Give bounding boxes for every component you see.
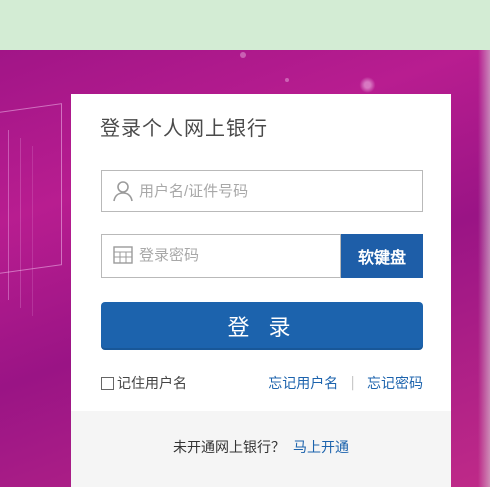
login-panel: 登录个人网上银行 软键盘 登 录 记住用户名 忘记用户名 | <box>71 94 451 487</box>
signup-link[interactable]: 马上开通 <box>293 440 349 456</box>
remember-username[interactable]: 记住用户名 <box>101 373 187 393</box>
top-strip <box>0 0 490 50</box>
right-edge-fade <box>478 50 490 487</box>
link-separator: | <box>350 375 355 391</box>
account-links: 忘记用户名 | 忘记密码 <box>268 373 423 393</box>
user-icon <box>112 180 134 202</box>
panel-footer: 未开通网上银行？ 马上开通 <box>71 411 451 487</box>
signup-question: 未开通网上银行？ <box>173 440 285 456</box>
page-title: 登录个人网上银行 <box>100 116 268 140</box>
signup-prompt: 未开通网上银行？ 马上开通 <box>71 437 451 457</box>
forgot-password-link[interactable]: 忘记密码 <box>367 373 423 393</box>
sparkle-decoration <box>285 78 289 82</box>
keyboard-icon <box>112 244 134 266</box>
remember-checkbox[interactable] <box>101 376 114 390</box>
username-input[interactable] <box>139 179 399 203</box>
username-field[interactable] <box>101 170 423 212</box>
forgot-username-link[interactable]: 忘记用户名 <box>268 373 338 393</box>
password-field[interactable] <box>101 234 399 278</box>
login-button[interactable]: 登 录 <box>101 302 423 350</box>
sparkle-decoration <box>240 52 246 58</box>
soft-keyboard-button[interactable]: 软键盘 <box>341 234 423 278</box>
remember-label: 记住用户名 <box>117 376 187 392</box>
